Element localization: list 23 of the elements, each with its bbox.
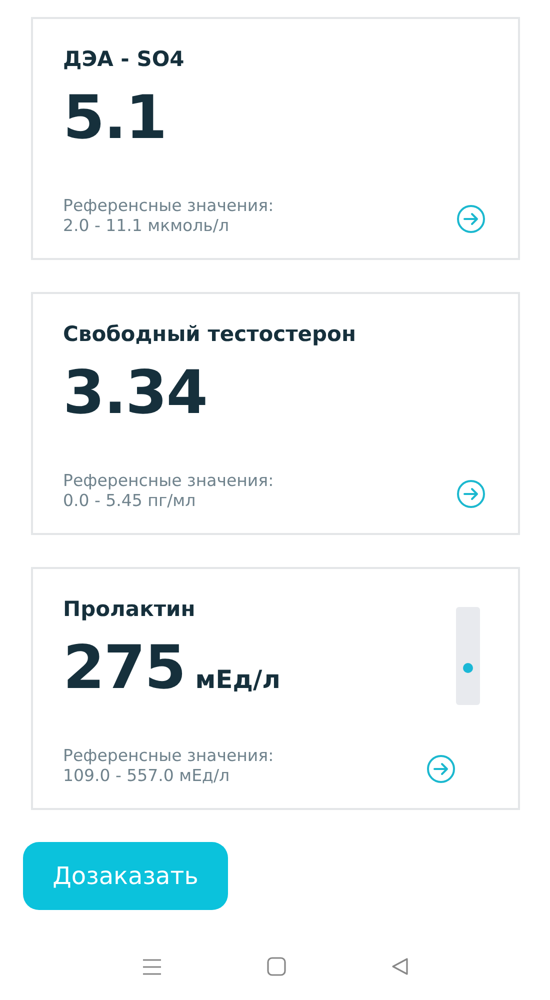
reference-range: 0.0 - 5.45 пг/мл	[63, 491, 197, 511]
test-title: ДЭА - SO4	[63, 47, 186, 71]
reference-range: 109.0 - 557.0 мЕд/л	[63, 766, 231, 786]
reference-label: Референсные значения:	[63, 746, 274, 766]
test-title: Пролактин	[63, 597, 196, 621]
back-triangle-icon[interactable]	[390, 957, 408, 976]
details-button[interactable]	[426, 754, 456, 784]
test-value: 3.34	[63, 360, 208, 426]
details-button[interactable]	[456, 479, 486, 509]
reference-label: Референсные значения:	[63, 471, 274, 492]
test-unit: мЕд/л	[195, 665, 280, 694]
home-square-icon[interactable]	[266, 957, 286, 976]
test-title: Свободный тестостерон	[63, 322, 357, 346]
details-button[interactable]	[456, 204, 486, 234]
arrow-circle-icon	[426, 754, 456, 784]
arrow-circle-icon	[456, 479, 486, 509]
test-value: 5.1	[63, 85, 166, 151]
reference-range: 2.0 - 11.1 мкмоль/л	[63, 216, 230, 236]
test-value: 275	[63, 635, 186, 701]
menu-icon[interactable]	[142, 958, 162, 976]
arrow-circle-icon	[456, 204, 486, 234]
reference-label: Референсные значения:	[63, 196, 274, 216]
reorder-button[interactable]: Дозаказать	[23, 842, 228, 910]
